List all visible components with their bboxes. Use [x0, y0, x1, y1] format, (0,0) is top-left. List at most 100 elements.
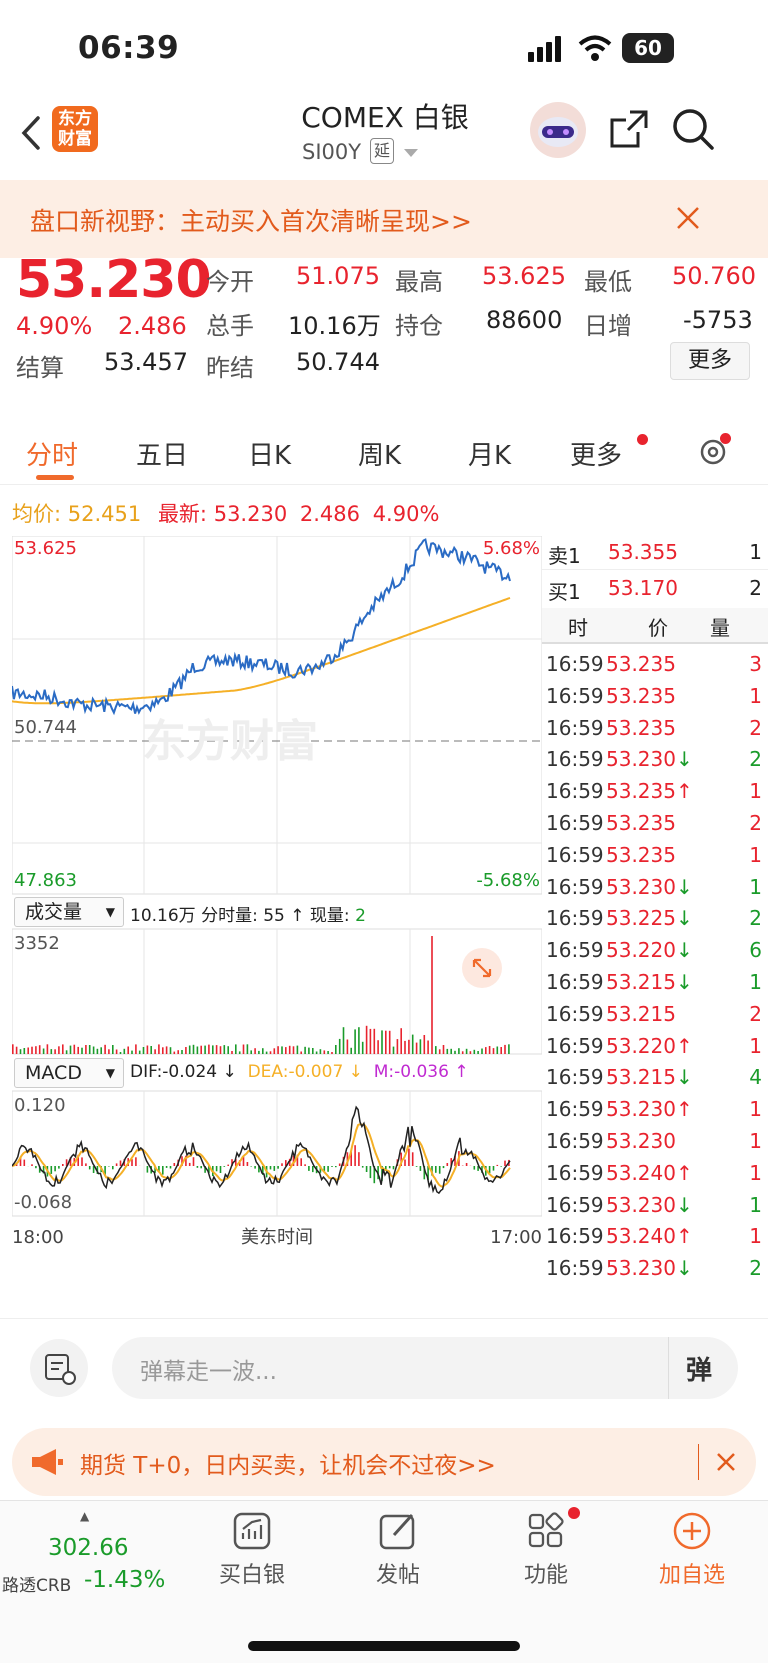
- trade-row: 16:59 53.240↑ 1: [542, 1159, 768, 1193]
- tab-daily-k[interactable]: 日K: [248, 435, 291, 472]
- intraday-chart[interactable]: 东方财富 53.625 5.68% 50.744 47.863 -5.68% 3…: [11, 535, 543, 1256]
- macd-bar: [108, 1166, 110, 1167]
- macd-bar: [277, 1166, 279, 1169]
- add-watchlist-button[interactable]: 加自选: [622, 1511, 762, 1589]
- back-icon[interactable]: [18, 114, 44, 156]
- trade-price: 53.235: [606, 715, 676, 740]
- robot-assistant-icon[interactable]: [530, 102, 586, 158]
- trade-row: 16:59 53.235 2: [542, 714, 768, 748]
- volume-bar: [223, 1045, 226, 1054]
- volume-bar: [377, 1040, 379, 1054]
- volume-bar: [242, 1044, 245, 1054]
- latest-change: 2.486: [299, 502, 360, 526]
- volume-bar: [246, 1044, 249, 1054]
- volume-bar: [54, 1049, 56, 1054]
- chevron-down-icon[interactable]: [404, 144, 418, 163]
- buy-silver-button[interactable]: 买白银: [182, 1511, 322, 1589]
- x-end-label: 17:00: [490, 1227, 542, 1248]
- volume-bar: [415, 1042, 418, 1054]
- crb-percent: -1.43%: [84, 1567, 166, 1593]
- volume-bar: [162, 1047, 164, 1054]
- tab-five-day[interactable]: 五日: [136, 435, 188, 472]
- trade-qty: 1: [749, 1129, 762, 1153]
- macd-bar: [58, 1166, 60, 1169]
- macd-bar: [365, 1166, 368, 1172]
- volume-bar: [50, 1049, 53, 1054]
- volume-bar: [488, 1046, 491, 1054]
- latest-percent: 4.90%: [372, 502, 440, 526]
- macd-bar: [35, 1166, 37, 1169]
- tab-weekly-k[interactable]: 周K: [358, 435, 401, 472]
- volume-bar: [273, 1048, 276, 1054]
- functions-button[interactable]: 功能: [476, 1507, 616, 1589]
- volume-bar: [400, 1028, 402, 1054]
- tab-more[interactable]: 更多: [570, 435, 622, 472]
- futures-ad-bar[interactable]: 期货 T+0，日内买卖，让机会不过夜>>: [12, 1428, 756, 1496]
- trade-time: 16:59: [546, 1192, 604, 1217]
- volume-bar: [292, 1046, 295, 1054]
- macd-bar: [31, 1164, 33, 1166]
- watermark: 东方财富: [142, 717, 318, 766]
- macd-bar: [246, 1162, 249, 1166]
- macd-info: DIF:-0.024 ↓ DEA:-0.007 ↓ M:-0.036 ↑: [130, 1062, 469, 1082]
- volume-bar: [77, 1046, 79, 1054]
- promo-banner[interactable]: 盘口新视野：主动买入首次清晰呈现>>: [0, 180, 768, 258]
- macd-selector-label: MACD: [25, 1062, 82, 1084]
- trade-qty: 2: [749, 811, 762, 835]
- macd-bar: [388, 1166, 391, 1169]
- functions-label: 功能: [523, 1563, 568, 1588]
- trades-header: 时 价 量: [542, 608, 768, 644]
- trade-price: 53.235: [606, 652, 676, 676]
- price-line: [11, 538, 511, 716]
- tab-monthly-k[interactable]: 月K: [468, 435, 511, 472]
- trade-price: 53.240↑: [606, 1160, 693, 1185]
- close-ad-icon[interactable]: [716, 1452, 736, 1476]
- search-icon[interactable]: [670, 106, 716, 156]
- prev-settle-label: 昨结: [206, 354, 254, 382]
- danmaku-send-button[interactable]: 弹: [686, 1350, 712, 1387]
- trade-time: 16:59: [546, 1033, 604, 1058]
- futures-ad-text[interactable]: 期货 T+0，日内买卖，让机会不过夜>>: [80, 1446, 496, 1480]
- macd-bar: [269, 1166, 272, 1170]
- macd-bar: [404, 1159, 406, 1166]
- open-label: 今开: [206, 268, 254, 296]
- comment-list-icon[interactable]: [30, 1339, 88, 1397]
- bid-label: 买1: [548, 580, 581, 604]
- daily-increase-value: -5753: [683, 306, 753, 334]
- volume-bar: [165, 1046, 168, 1054]
- trade-time: 16:59: [546, 906, 604, 931]
- volume-bar: [288, 1045, 291, 1054]
- volume-selector[interactable]: 成交量 ▼: [14, 897, 124, 927]
- volume-bar: [112, 1045, 114, 1054]
- post-button[interactable]: 发帖: [328, 1511, 468, 1589]
- volume-bar: [92, 1046, 95, 1054]
- volume-bar: [146, 1045, 149, 1054]
- promo-banner-text[interactable]: 盘口新视野：主动买入首次清晰呈现>>: [30, 202, 472, 238]
- intraday-chart-svg[interactable]: 东方财富 53.625 5.68% 50.744 47.863 -5.68% 3…: [11, 535, 543, 1256]
- volume-bar: [342, 1027, 345, 1054]
- volume-bar: [265, 1051, 268, 1054]
- expand-icon[interactable]: [462, 948, 502, 988]
- trade-row: 16:59 53.215↓ 4: [542, 1063, 768, 1097]
- macd-bar: [119, 1160, 122, 1166]
- volume-bar: [473, 1049, 476, 1054]
- trade-price: 53.235: [606, 811, 676, 835]
- macd-bar: [338, 1163, 341, 1166]
- last-price: 53.230: [16, 250, 212, 310]
- volume-bar: [508, 1044, 510, 1054]
- macd-selector[interactable]: MACD ▼: [14, 1058, 124, 1088]
- close-icon[interactable]: [676, 206, 700, 234]
- vol-total: 10.16万: [130, 906, 196, 926]
- danmaku-placeholder: 弹幕走一波...: [140, 1359, 277, 1385]
- macd-bar: [358, 1152, 360, 1166]
- danmaku-input[interactable]: 弹幕走一波... 弹: [112, 1337, 738, 1399]
- trade-price: 53.235: [606, 842, 676, 867]
- gear-icon[interactable]: [696, 433, 731, 473]
- ask-label: 卖1: [548, 544, 581, 568]
- megaphone-icon: [30, 1448, 64, 1480]
- share-icon[interactable]: [608, 108, 650, 154]
- tab-intraday[interactable]: 分时: [26, 435, 78, 472]
- crb-index-widget[interactable]: ▲ 302.66 路透CRB -1.43%: [0, 1501, 168, 1601]
- more-button[interactable]: 更多: [670, 342, 750, 380]
- macd-bar: [465, 1163, 468, 1166]
